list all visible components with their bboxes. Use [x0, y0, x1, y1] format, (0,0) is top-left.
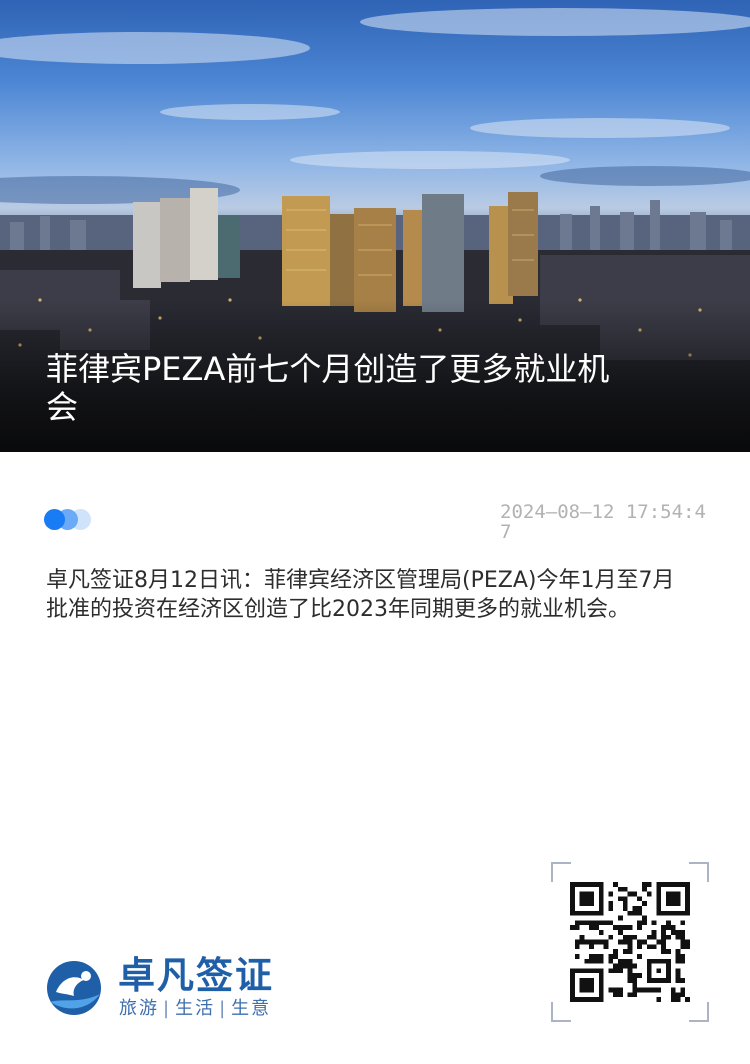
dot-icon	[44, 509, 65, 530]
frame-corner	[551, 1002, 571, 1022]
qr-code-icon[interactable]	[570, 882, 690, 1002]
article-title: 菲律宾PEZA前七个月创造了更多就业机会	[46, 350, 610, 426]
tagline-separator: |	[219, 998, 228, 1019]
decorative-dots-icon	[44, 509, 104, 531]
tagline-item: 旅游	[119, 998, 159, 1019]
frame-corner	[551, 862, 571, 882]
article-body: 卓凡签证8月12日讯：菲律宾经济区管理局(PEZA)今年1月至7月批准的投资在经…	[46, 568, 675, 622]
qr-code-frame[interactable]	[551, 862, 709, 1022]
hero-image: 菲律宾PEZA前七个月创造了更多就业机会	[0, 0, 750, 452]
frame-corner	[689, 1002, 709, 1022]
frame-corner	[689, 862, 709, 882]
brand-block: 卓凡签证 旅游 | 生活 | 生意	[44, 955, 344, 1025]
brand-tagline: 旅游 | 生活 | 生意	[119, 997, 271, 1021]
tagline-item: 生意	[231, 998, 272, 1019]
publish-timestamp: 2024—08—12 17:54:47	[500, 501, 706, 543]
brand-name: 卓凡签证	[118, 954, 274, 997]
brand-logo-icon	[47, 961, 101, 1015]
tagline-item: 生活	[175, 998, 216, 1019]
tagline-separator: |	[163, 998, 172, 1019]
